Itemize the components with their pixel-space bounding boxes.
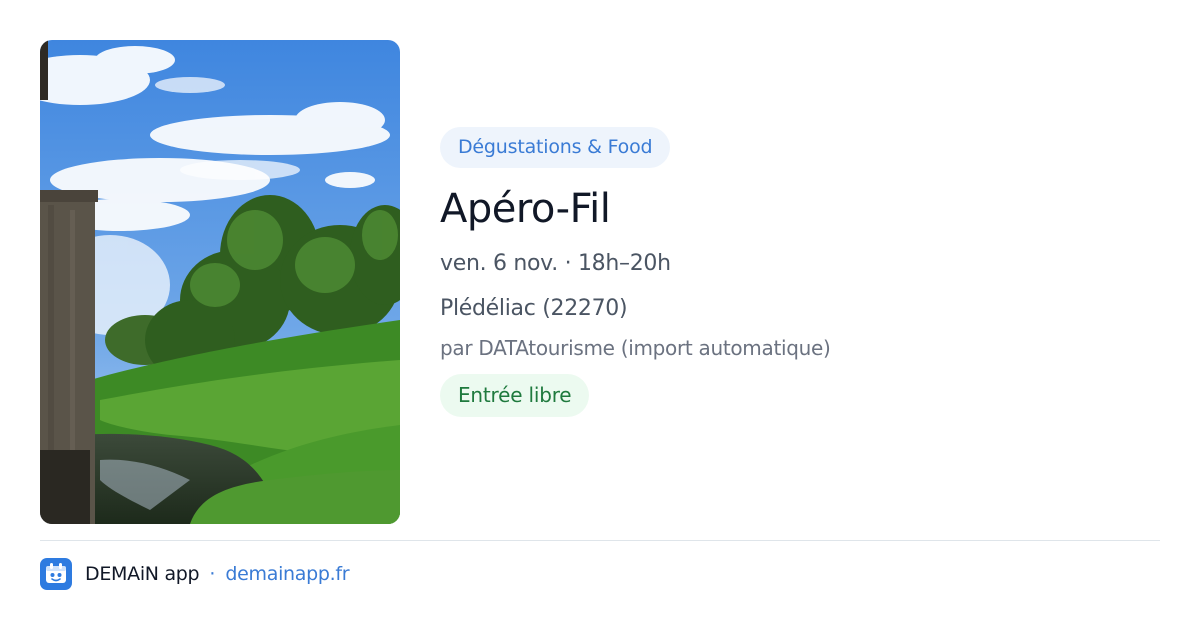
app-logo-icon: [40, 558, 72, 590]
event-title: Apéro-Fil: [440, 186, 611, 232]
event-info: Dégustations & Food Apéro-Fil ven. 6 nov…: [440, 127, 1160, 417]
footer: DEMAiN app · demainapp.fr: [40, 558, 350, 590]
category-badge[interactable]: Dégustations & Food: [440, 127, 671, 168]
price-badge: Entrée libre: [440, 374, 590, 417]
app-name: DEMAiN app: [85, 563, 200, 585]
app-url-link[interactable]: demainapp.fr: [225, 563, 349, 585]
footer-separator: ·: [209, 563, 216, 585]
event-organizer: par DATAtourisme (import automatique): [440, 336, 831, 360]
event-photo: [40, 40, 400, 524]
event-datetime: ven. 6 nov. · 18h–20h: [440, 251, 671, 276]
event-location: Plédéliac (22270): [440, 296, 628, 321]
footer-divider: [40, 540, 1160, 541]
